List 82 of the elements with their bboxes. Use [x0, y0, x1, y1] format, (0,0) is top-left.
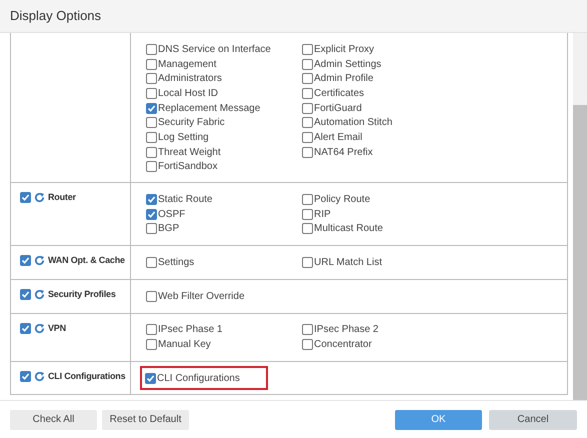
option-label[interactable]: Threat Weight [158, 144, 221, 160]
checkbox[interactable] [302, 324, 313, 336]
refresh-icon[interactable] [34, 371, 45, 382]
checkbox[interactable] [146, 290, 157, 302]
option-label[interactable]: Settings [158, 255, 194, 270]
checkbox[interactable] [302, 88, 313, 99]
option-label[interactable]: Alert Email [314, 130, 362, 145]
checkbox[interactable] [302, 117, 313, 128]
option-label[interactable]: Multicast Route [314, 221, 383, 236]
option-label[interactable]: Explicit Proxy [314, 42, 374, 57]
option-label[interactable]: IPsec Phase 1 [158, 322, 222, 338]
scrollbar-thumb[interactable] [573, 105, 587, 400]
checkbox[interactable] [302, 223, 313, 234]
checkbox[interactable] [302, 102, 313, 114]
section-label: Security Profiles [48, 288, 116, 300]
checked-checkbox[interactable] [146, 208, 157, 220]
option-label[interactable]: Policy Route [314, 192, 370, 208]
option-label[interactable]: Security Fabric [158, 115, 225, 130]
option-label[interactable]: FortiGuard [314, 100, 362, 116]
section-label: Router [48, 192, 76, 204]
option-label[interactable]: Administrators [158, 71, 222, 86]
option-label[interactable]: Management [158, 56, 216, 72]
option-label[interactable]: Admin Settings [314, 56, 382, 72]
option-label[interactable]: NAT64 Prefix [314, 144, 373, 160]
checkbox[interactable] [302, 194, 313, 206]
checkbox[interactable] [146, 324, 157, 336]
option-label[interactable]: Local Host ID [158, 86, 218, 101]
checkbox[interactable] [146, 58, 157, 70]
option-label[interactable]: Static Route [158, 192, 212, 208]
checkbox[interactable] [302, 132, 313, 143]
option-label[interactable]: OSPF [158, 206, 186, 222]
option-label[interactable]: FortiSandbox [158, 159, 218, 174]
checked-checkbox[interactable] [20, 371, 31, 382]
checkbox[interactable] [302, 44, 313, 55]
section-label: CLI Configurations [48, 371, 126, 382]
option-label[interactable]: IPsec Phase 2 [314, 322, 378, 338]
checkbox[interactable] [146, 73, 157, 84]
option-label[interactable]: Certificates [314, 86, 364, 101]
checkbox[interactable] [146, 44, 157, 55]
option-label[interactable]: Log Setting [158, 130, 209, 145]
footer-button[interactable]: Reset to Default [102, 410, 189, 430]
option-label[interactable]: Concentrator [314, 337, 372, 352]
checkbox[interactable] [302, 339, 313, 350]
checked-checkbox[interactable] [20, 322, 31, 334]
checked-checkbox[interactable] [20, 288, 31, 300]
footer-button[interactable]: Check All [10, 410, 97, 430]
checked-checkbox[interactable] [146, 102, 157, 114]
option-label[interactable]: RIP [314, 206, 331, 222]
option-label[interactable]: URL Match List [314, 255, 382, 270]
checkbox[interactable] [146, 223, 157, 234]
option-label[interactable]: DNS Service on Interface [158, 42, 271, 57]
checkbox[interactable] [302, 58, 313, 70]
option-label[interactable]: Replacement Message [158, 100, 260, 116]
checkbox[interactable] [302, 208, 313, 220]
option-label[interactable]: Manual Key [158, 337, 211, 352]
window-title: Display Options [10, 7, 102, 26]
checked-checkbox[interactable] [20, 192, 31, 204]
checkbox[interactable] [302, 73, 313, 84]
checkbox[interactable] [146, 161, 157, 172]
cancel-button[interactable]: Cancel [489, 410, 577, 430]
checkbox[interactable] [146, 339, 157, 350]
checkbox[interactable] [146, 146, 157, 158]
section-label: VPN [48, 322, 66, 334]
option-label[interactable]: Web Filter Override [158, 288, 245, 304]
checked-checkbox[interactable] [145, 372, 156, 384]
option-label[interactable]: CLI Configurations [157, 370, 240, 386]
section-label: WAN Opt. & Cache [48, 255, 125, 266]
refresh-icon[interactable] [34, 322, 45, 334]
checked-checkbox[interactable] [20, 255, 31, 266]
refresh-icon[interactable] [34, 288, 45, 300]
checkbox[interactable] [146, 117, 157, 128]
option-label[interactable]: Automation Stitch [314, 115, 392, 130]
refresh-icon[interactable] [34, 192, 45, 204]
checkbox[interactable] [146, 132, 157, 143]
checkbox[interactable] [302, 257, 313, 268]
checkbox[interactable] [302, 146, 313, 158]
checked-checkbox[interactable] [146, 194, 157, 206]
checkbox[interactable] [146, 257, 157, 268]
option-label[interactable]: BGP [158, 221, 180, 236]
checkbox[interactable] [146, 88, 157, 99]
refresh-icon[interactable] [34, 255, 45, 266]
option-label[interactable]: Admin Profile [314, 71, 374, 86]
